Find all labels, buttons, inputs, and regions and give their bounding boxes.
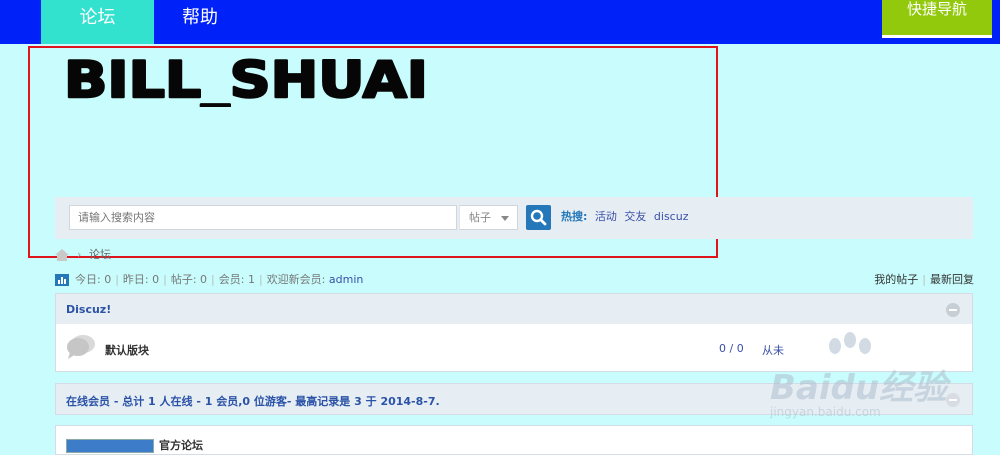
forum-last-post: 从未 xyxy=(762,344,784,357)
forum-post-count: 0 / 0 xyxy=(719,342,744,355)
friend-link-name[interactable]: 官方论坛 xyxy=(159,437,203,453)
top-nav-bar: 论坛 帮助 快捷导航 xyxy=(0,0,1000,44)
my-posts-link[interactable]: 我的帖子 xyxy=(874,273,918,286)
friend-link-logo[interactable] xyxy=(66,439,154,453)
hot-link-dating[interactable]: 交友 xyxy=(624,210,646,223)
hot-link-discuz[interactable]: discuz xyxy=(654,210,689,223)
friend-links: 官方论坛 xyxy=(55,425,973,455)
breadcrumb-current[interactable]: 论坛 xyxy=(89,247,111,263)
hot-search-label: 热搜: xyxy=(561,210,588,223)
forum-row: 默认版块 0 / 0 从未 xyxy=(55,324,973,372)
hot-search: 热搜: 活动 交友 discuz xyxy=(561,210,688,224)
stat-posts: 帖子: 0 xyxy=(170,273,208,286)
site-logo[interactable]: BILL_SHUAI xyxy=(63,50,430,111)
hot-link-activity[interactable]: 活动 xyxy=(595,210,617,223)
category-title[interactable]: Discuz! xyxy=(66,303,111,316)
stat-members: 会员: 1 xyxy=(218,273,255,286)
search-button[interactable] xyxy=(526,205,551,230)
nav-forum[interactable]: 论坛 xyxy=(41,0,154,44)
forum-name[interactable]: 默认版块 xyxy=(105,342,149,358)
search-type-label: 帖子 xyxy=(469,211,491,224)
logo-text: BILL_SHUAI xyxy=(64,51,428,107)
forum-icon xyxy=(66,333,96,363)
search-icon xyxy=(530,209,547,226)
chart-icon xyxy=(55,274,69,291)
expand-icon[interactable] xyxy=(946,393,960,407)
chevron-down-icon xyxy=(501,216,509,221)
search-bar: 帖子 热搜: 活动 交友 discuz xyxy=(55,197,973,239)
online-members-text[interactable]: 在线会员 - 总计 1 人在线 - 1 会员,0 位游客- 最高记录是 3 于 … xyxy=(66,393,440,409)
home-icon[interactable] xyxy=(55,249,69,266)
online-members: 在线会员 - 总计 1 人在线 - 1 会员,0 位游客- 最高记录是 3 于 … xyxy=(55,383,973,415)
latest-replies-link[interactable]: 最新回复 xyxy=(930,273,974,286)
breadcrumb-separator: › xyxy=(77,248,82,261)
new-member-link[interactable]: admin xyxy=(329,273,363,286)
collapse-icon[interactable] xyxy=(946,303,960,317)
search-type-select[interactable]: 帖子 xyxy=(459,205,518,230)
stat-today: 今日: 0 xyxy=(75,273,112,286)
stat-welcome: 欢迎新会员: xyxy=(266,273,326,286)
user-links: 我的帖子 | 最新回复 xyxy=(874,273,974,286)
category-header: Discuz! xyxy=(55,293,973,325)
stat-yesterday: 昨日: 0 xyxy=(122,273,160,286)
quick-nav-button[interactable]: 快捷导航 xyxy=(882,0,992,38)
search-input[interactable] xyxy=(69,205,457,230)
nav-help[interactable]: 帮助 xyxy=(170,0,230,44)
